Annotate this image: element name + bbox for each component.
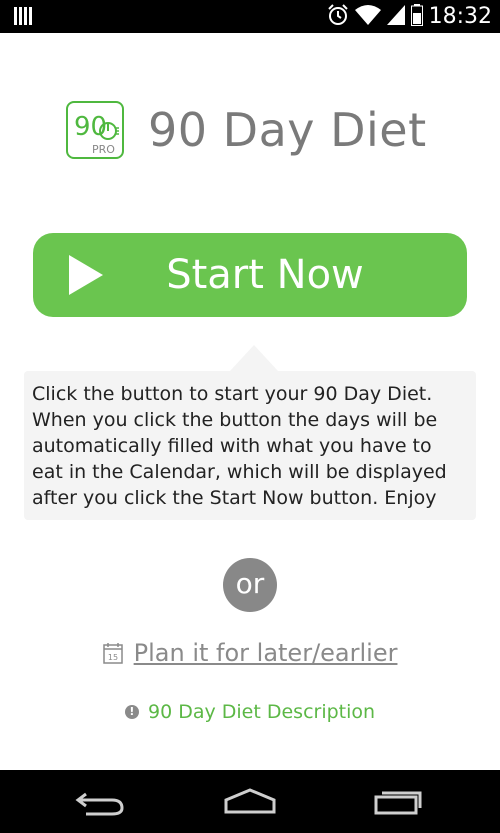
description-link[interactable]: 90 Day Diet Description <box>148 701 375 723</box>
wifi-icon <box>354 4 381 29</box>
status-time: 18:32 <box>428 4 492 29</box>
tooltip-text: Click the button to start your 90 Day Di… <box>32 383 447 509</box>
back-icon[interactable] <box>72 788 128 816</box>
home-icon[interactable] <box>222 788 278 816</box>
battery-icon <box>410 3 423 30</box>
tooltip-arrow <box>230 345 278 371</box>
navigation-bar <box>0 770 500 833</box>
plan-later-link[interactable]: Plan it for later/earlier <box>134 639 398 667</box>
calendar-icon: 15 <box>102 643 123 664</box>
timer-icon <box>99 122 119 140</box>
start-now-label: Start Now <box>166 252 364 298</box>
app-title: 90 Day Diet <box>148 103 427 157</box>
recent-apps-icon[interactable] <box>370 788 426 816</box>
signal-icon <box>386 4 405 29</box>
app-header: 90 PRO 90 Day Diet <box>66 101 427 159</box>
plan-later-row[interactable]: 15 Plan it for later/earlier <box>0 639 500 667</box>
or-divider: or <box>223 558 277 612</box>
app-screen: 90 PRO 90 Day Diet Start Now Click the b… <box>0 33 500 770</box>
alarm-icon <box>327 3 349 30</box>
logo-pro-badge: PRO <box>92 143 115 156</box>
info-icon: ! <box>124 705 139 719</box>
description-row[interactable]: ! 90 Day Diet Description <box>0 701 500 723</box>
status-bar: 18:32 <box>0 0 500 33</box>
notification-icon <box>14 7 32 29</box>
app-logo: 90 PRO <box>66 101 124 159</box>
instruction-tooltip: Click the button to start your 90 Day Di… <box>24 345 476 520</box>
start-now-button[interactable]: Start Now <box>33 233 467 317</box>
calendar-day: 15 <box>107 653 117 662</box>
